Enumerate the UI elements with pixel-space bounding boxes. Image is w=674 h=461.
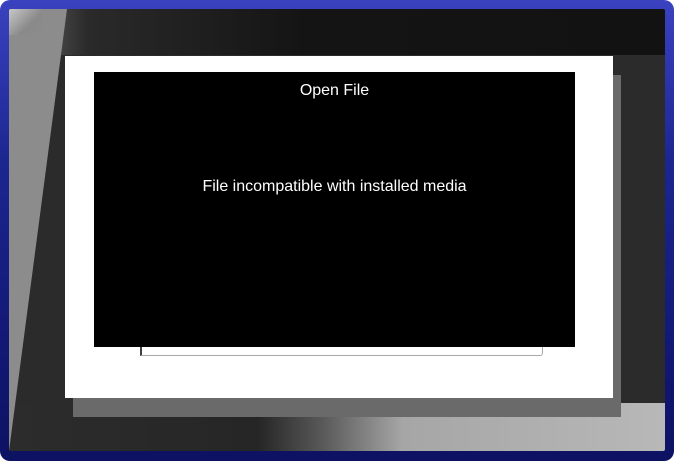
device-frame: 123 Open File File incompatible with ins… [0,0,674,461]
dialog-title: Open File [299,82,370,99]
bezel-corner-glint [9,9,43,35]
dialog-message: File incompatible with installed media [202,178,467,195]
bezel-left-shade [9,9,67,451]
open-file-dialog[interactable]: Open File File incompatible with install… [94,72,575,347]
screen-bezel: 123 Open File File incompatible with ins… [9,9,665,451]
bezel-top-shade [9,9,665,55]
